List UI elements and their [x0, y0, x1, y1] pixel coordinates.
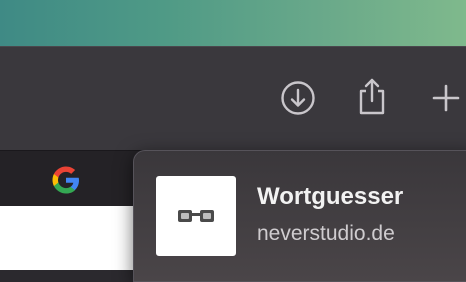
desktop-wallpaper — [0, 0, 466, 46]
app-icon[interactable] — [156, 176, 236, 256]
app-name[interactable]: Wortguesser — [257, 183, 403, 211]
downloads-button[interactable] — [278, 78, 318, 118]
share-button[interactable] — [352, 76, 392, 116]
new-tab-button[interactable] — [426, 78, 466, 118]
plus-icon — [432, 84, 460, 112]
page-content — [0, 206, 133, 270]
download-icon — [281, 81, 315, 115]
app-domain: neverstudio.de — [257, 222, 395, 245]
toolbar-edge — [0, 46, 466, 47]
browser-toolbar — [0, 46, 466, 150]
google-icon — [52, 166, 79, 194]
share-icon — [359, 78, 385, 115]
glasses-logo-icon — [178, 210, 214, 222]
google-tab-favicon[interactable] — [49, 163, 83, 197]
